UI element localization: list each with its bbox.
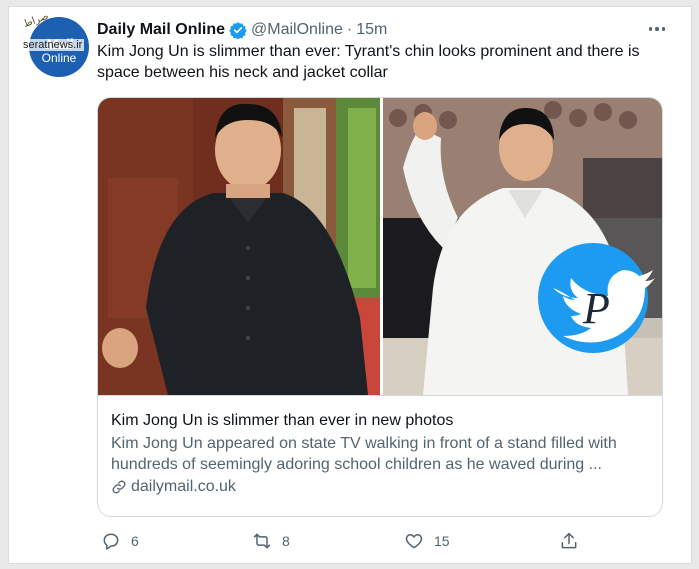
like-button[interactable]: 15 — [404, 531, 450, 551]
reply-icon — [103, 533, 119, 550]
retweet-button[interactable]: 8 — [252, 531, 290, 551]
avatar-logo-subtext: Online — [41, 51, 77, 65]
link-card-body[interactable]: Kim Jong Un is slimmer than ever in new … — [98, 395, 662, 516]
share-icon — [561, 532, 577, 549]
tweet-text: Kim Jong Un is slimmer than ever: Tyrant… — [97, 43, 640, 81]
watermark-site: seratnews.ir — [21, 39, 85, 51]
retweet-count: 8 — [282, 533, 290, 549]
more-icon[interactable] — [645, 19, 669, 39]
verified-icon — [229, 22, 247, 39]
like-count: 15 — [434, 533, 450, 549]
tweet-header: Daily Mail Online @MailOnline · 15m — [97, 19, 387, 41]
tweet-time[interactable]: 15m — [356, 21, 387, 39]
photo-right: P — [383, 98, 662, 395]
reply-count: 6 — [131, 533, 139, 549]
link-card-domain-text: dailymail.co.uk — [131, 478, 236, 495]
retweet-icon — [253, 533, 271, 549]
reply-button[interactable]: 6 — [101, 531, 139, 551]
link-card[interactable]: P Kim Jong Un is slimmer than ever in ne… — [97, 97, 663, 517]
link-card-title[interactable]: Kim Jong Un is slimmer than ever in new … — [111, 410, 651, 431]
tweet-actions: 6 8 15 — [97, 527, 657, 557]
tweet-container[interactable]: Mail Online صراط seratnews.ir Daily Mail… — [8, 6, 692, 564]
link-card-media[interactable]: P — [98, 98, 662, 395]
like-icon — [405, 534, 423, 549]
share-button[interactable] — [559, 531, 579, 551]
link-icon — [112, 480, 126, 494]
account-name[interactable]: Daily Mail Online — [97, 21, 225, 39]
link-card-domain[interactable]: dailymail.co.uk — [111, 478, 651, 496]
photo-left-image — [98, 98, 380, 395]
separator-dot: · — [346, 21, 353, 38]
link-card-description: Kim Jong Un appeared on state TV walking… — [111, 435, 617, 473]
account-handle[interactable]: @MailOnline — [251, 21, 343, 39]
photo-right-image: P — [383, 98, 662, 395]
photo-left — [98, 98, 380, 395]
svg-text:P: P — [582, 284, 610, 333]
